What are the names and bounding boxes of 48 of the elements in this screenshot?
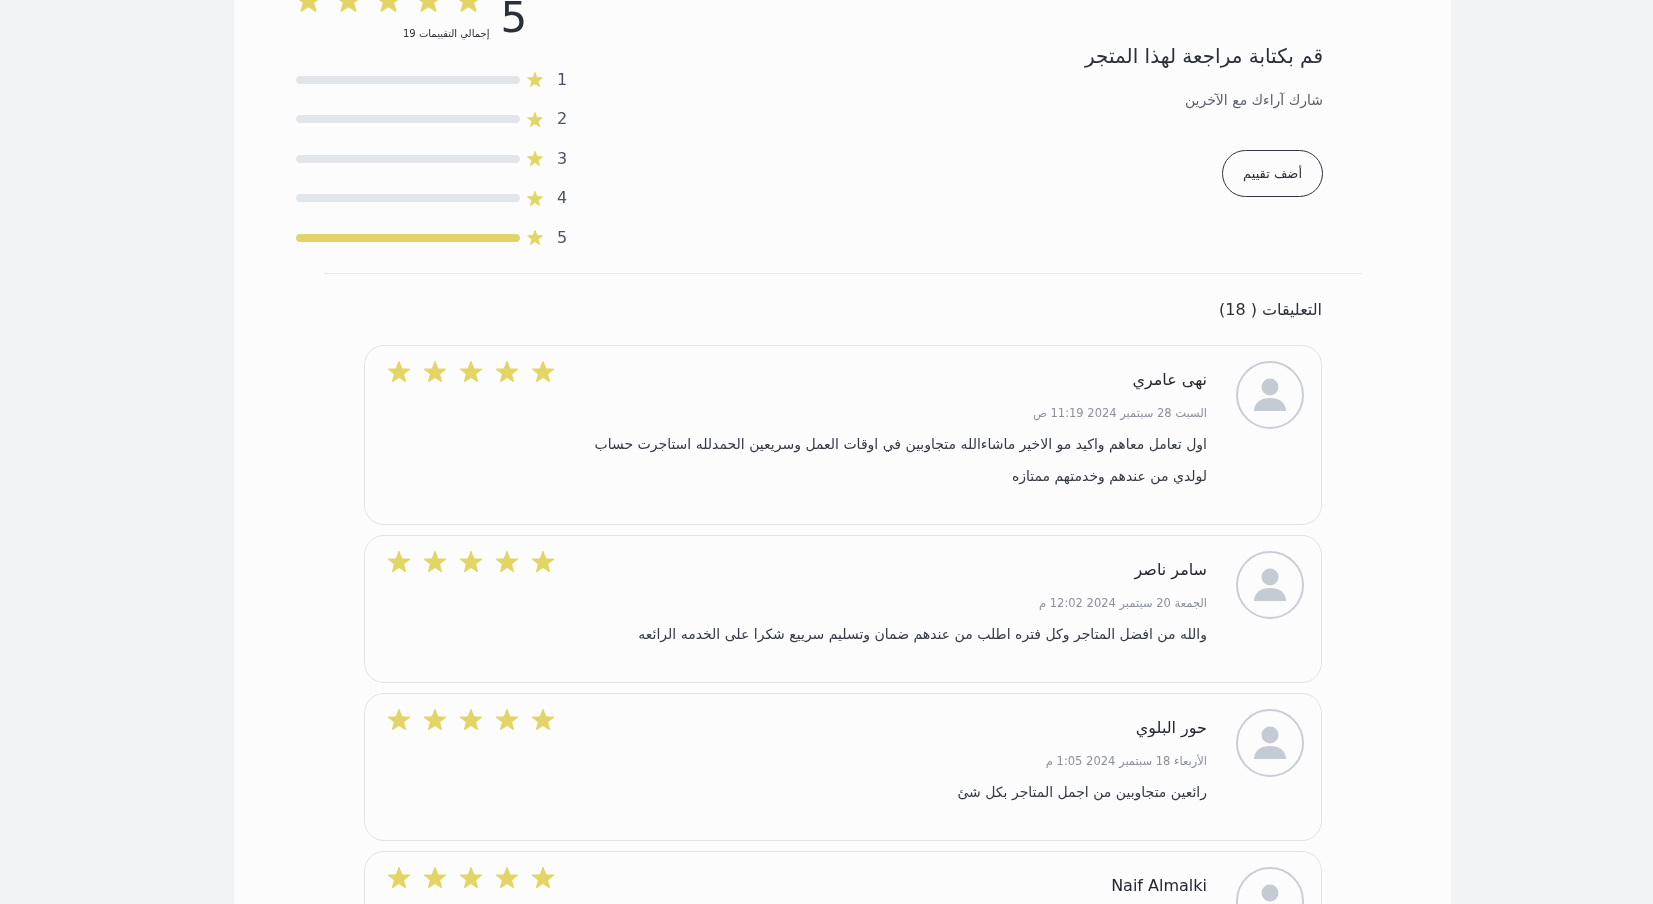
star-icon — [424, 550, 446, 572]
rating-label: 5 — [557, 227, 568, 248]
star-icon — [527, 72, 543, 88]
section-title: قم بكتابة مراجعة لهذا المتجر — [1085, 43, 1323, 70]
star-icon — [496, 360, 518, 382]
star-icon — [424, 360, 446, 382]
avatar-icon — [1236, 708, 1304, 777]
star-icon — [424, 866, 446, 888]
star-icon — [527, 151, 543, 167]
star-icon — [424, 708, 446, 730]
average-rating: 5 — [500, 0, 528, 39]
reviewer-name: سامر ناصر — [1134, 558, 1207, 582]
review-text: رائعين متجاوبين من اجمل المتاجر بكل شئ — [957, 782, 1207, 803]
review-date: السبت 28 سبتمبر 2024 11:19 ص — [1032, 404, 1207, 422]
star-icon — [388, 360, 410, 382]
reviewer-name: نهى عامري — [1132, 368, 1207, 392]
review-date: الأربعاء 18 سبتمبر 2024 1:05 م — [1045, 752, 1207, 770]
rating-label: 1 — [557, 69, 568, 90]
star-icon — [532, 708, 554, 730]
star-icon — [532, 360, 554, 382]
star-icon — [527, 230, 543, 246]
review-text: اول تعامل معاهم واكيد مو الاخير ماشاءالله متجاوبين في اوقات العمل وسريعين الحمدلله استاجرت حساب لولدي من عندهم وخدمتهم ممتازه — [593, 434, 1207, 487]
star-icon — [460, 360, 482, 382]
reviewer-name: Naif Almalki — [1111, 874, 1207, 897]
star-icon — [388, 550, 410, 572]
avatar-icon — [1236, 360, 1304, 429]
star-icon — [496, 708, 518, 730]
reviewer-name: حور البلوي — [1135, 716, 1207, 740]
star-icon — [496, 866, 518, 888]
review-date: الجمعة 20 سبتمبر 2024 12:02 م — [1039, 594, 1207, 612]
star-icon — [532, 550, 554, 572]
review-text: والله من افضل المتاجر وكل فتره اطلب من عندهم ضمان وتسليم سرييع شكرا على الخدمه الرائعه — [638, 624, 1207, 645]
star-icon — [460, 708, 482, 730]
avatar-icon — [1236, 550, 1304, 619]
star-icon — [496, 550, 518, 572]
star-icon — [532, 866, 554, 888]
star-icon — [388, 866, 410, 888]
star-icon — [527, 111, 543, 127]
comments-heading: التعليقات ( 18) — [1218, 298, 1322, 321]
star-icon — [460, 550, 482, 572]
star-icon — [460, 866, 482, 888]
section-subtitle: شارك آراءك مع الآخرين — [1184, 91, 1323, 111]
star-icon — [527, 190, 543, 206]
rating-label: 2 — [557, 109, 568, 130]
ratings-total: إجمالي التقييمات 19 — [403, 27, 490, 41]
rating-label: 4 — [557, 188, 568, 209]
star-icon — [388, 708, 410, 730]
rating-label: 3 — [557, 148, 568, 169]
